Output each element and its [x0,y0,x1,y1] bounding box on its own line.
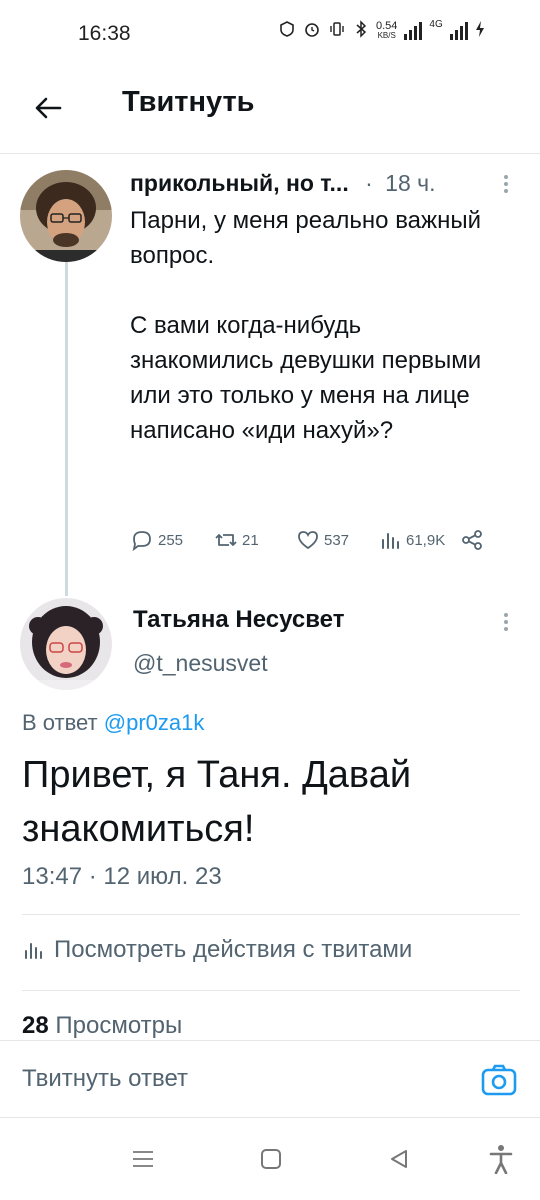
back-nav-button[interactable] [384,1144,414,1174]
back-arrow-icon [35,97,62,119]
back-button[interactable] [28,88,68,128]
menu-icon [133,1151,153,1167]
tweet1-separator: · [365,170,373,196]
views-count: 61,9K [406,531,446,549]
top-bar: Твитнуть [0,70,540,154]
view-tweet-activity-link[interactable]: Посмотреть действия с твитами [22,936,412,964]
reply-button[interactable]: 255 [130,528,183,552]
tweet1-header: прикольный, но т... · 18 ч. [130,170,436,197]
thread-line [65,262,68,596]
tweet1-actions: 255 21 537 61,9K [130,528,490,560]
camera-icon [481,1064,517,1096]
like-count: 537 [324,531,350,549]
views-icon [25,943,42,959]
vibrate-icon [328,20,346,41]
vpn-icon [278,20,296,41]
accessibility-icon [489,1145,513,1174]
more-icon-2[interactable] [500,610,512,640]
retweet-button[interactable]: 21 [214,528,259,552]
share-button[interactable] [460,528,484,552]
reply-composer [0,1040,540,1118]
tweet1-author[interactable]: прикольный, но т... [130,170,349,196]
like-button[interactable]: 537 [296,528,349,552]
tweet1-avatar[interactable] [20,170,112,262]
share-icon [462,530,482,550]
home-button[interactable] [256,1144,286,1174]
reply-input[interactable] [22,1059,442,1099]
divider [22,990,520,991]
alarm-icon [303,20,321,41]
charging-icon [475,20,485,41]
back-nav-icon [391,1150,407,1168]
retweet-count: 21 [242,531,259,549]
tweet2-author-name[interactable]: Татьяна Несусвет [133,606,344,634]
signal-icon-2 [449,21,468,40]
reply-count: 255 [158,531,184,549]
tweet1-paragraph-1: Парни, у меня реально важный вопрос. [130,207,481,269]
recent-apps-button[interactable] [128,1144,158,1174]
signal-icon [404,21,423,40]
tweet2-avatar[interactable] [20,598,112,690]
reply-to-line: В ответ @pr0za1k [22,710,204,736]
home-icon [261,1149,281,1169]
like-icon [298,531,318,550]
tweet1-time: 18 ч. [385,170,436,196]
system-nav-bar [0,1118,540,1200]
status-bar: 16:38 0.54 KB/S 4G [0,0,540,70]
tweet2-author-handle[interactable]: @t_nesusvet [133,650,268,677]
network-type: 4G [429,18,443,30]
status-icons: 0.54 KB/S 4G [278,18,485,41]
reply-mention-link[interactable]: @pr0za1k [104,710,205,735]
tweet2-timestamp[interactable]: 13:47 · 12 июл. 23 [22,863,222,891]
views-button[interactable]: 61,9K [378,528,445,552]
camera-button[interactable] [480,1063,518,1097]
retweet-icon [215,534,237,546]
views-stat-label: Просмотры [55,1012,183,1039]
divider [22,914,520,915]
page-title: Твитнуть [122,86,255,118]
tweet2-text: Привет, я Таня. Давай знакомиться! [22,754,412,850]
activity-label: Посмотреть действия с твитами [54,936,413,963]
bluetooth-icon [353,20,369,41]
net-speed: 0.54 KB/S [376,19,398,40]
reply-to-prefix: В ответ [22,710,98,735]
tweet1-paragraph-2: С вами когда-нибудь знакомились девушки … [130,312,482,444]
accessibility-button[interactable] [486,1144,516,1174]
status-time: 16:38 [78,22,131,45]
views-stat: 28 Просмотры [22,1012,182,1040]
more-icon[interactable] [500,172,512,202]
reply-icon [132,531,151,552]
views-stat-count: 28 [22,1012,49,1039]
views-icon [382,533,399,549]
tweet1-text: Парни, у меня реально важный вопрос. С в… [130,203,510,448]
